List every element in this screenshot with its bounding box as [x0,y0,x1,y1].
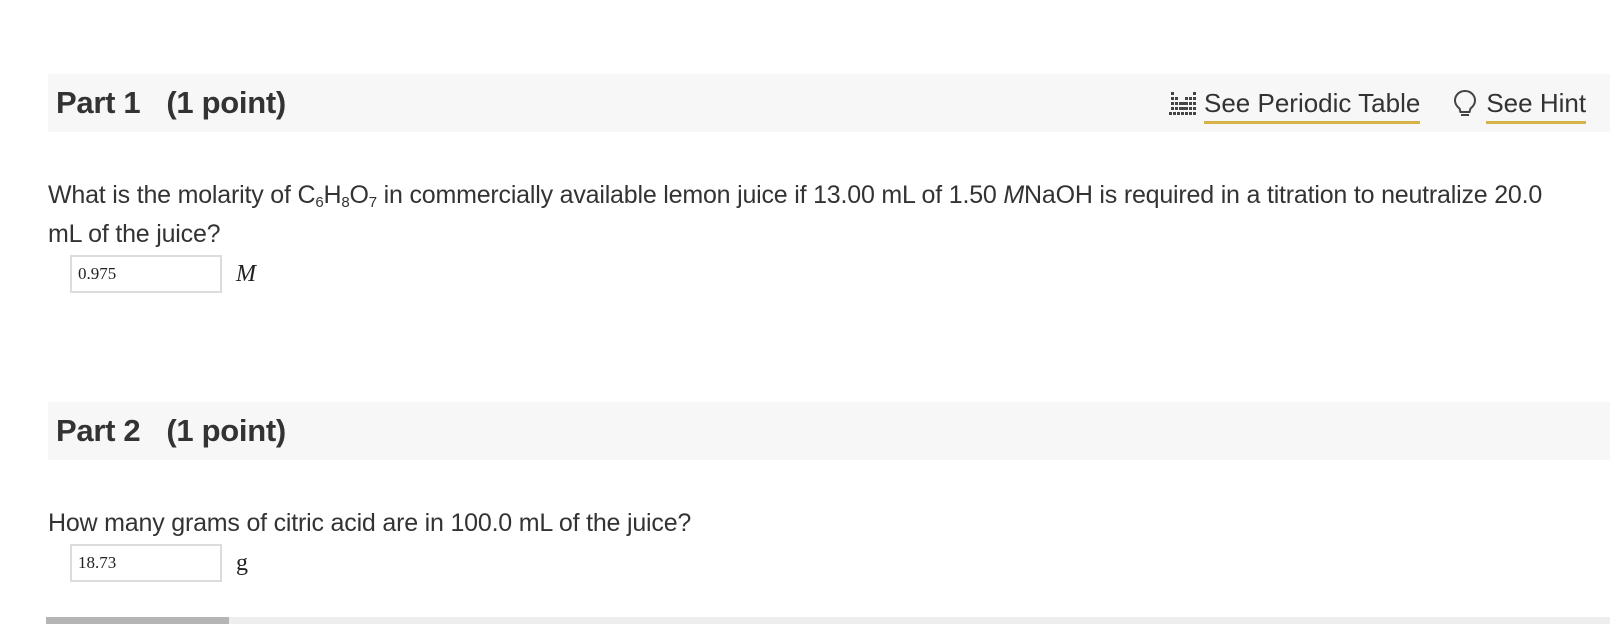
see-hint-label: See Hint [1486,88,1587,124]
see-periodic-table-link[interactable]: See Periodic Table [1168,82,1421,124]
see-periodic-table-label: See Periodic Table [1204,88,1421,124]
part-1-question: What is the molarity of C6H8O7 in commer… [48,176,1568,254]
part-1-header: Part 1 (1 point) See Periodic Table See … [48,74,1610,132]
part-1-answer-row: M [70,255,256,293]
page: Part 1 (1 point) See Periodic Table See … [0,0,1610,644]
part-1-answer-unit: M [236,260,256,287]
part-2-label: Part 2 [56,413,141,448]
part-2-answer-unit: g [236,549,248,576]
question-text-middle: in commercially available lemon juice if… [376,181,1004,209]
part-1-answer-input[interactable] [70,255,222,293]
part-2-question: How many grams of citric acid are in 100… [48,509,692,537]
molarity-symbol: M [1003,181,1025,209]
part-1-title: Part 1 (1 point) [56,85,286,121]
part-1-tools: See Periodic Table See Hint [1168,74,1587,132]
oxygen-symbol: O [349,181,369,209]
horizontal-scrollbar[interactable] [46,617,1610,624]
part-2-answer-row: g [70,544,248,582]
see-hint-link[interactable]: See Hint [1450,82,1587,124]
periodic-table-icon [1169,92,1196,115]
part-2-header: Part 2 (1 point) [48,402,1610,460]
horizontal-scrollbar-thumb[interactable] [46,617,229,624]
part-2-answer-input[interactable] [70,544,222,582]
question-text-prefix: What is the molarity of C [48,181,316,209]
part-1-label: Part 1 [56,85,141,120]
part-2-title: Part 2 (1 point) [56,413,286,449]
part-1-points: (1 point) [166,85,286,120]
hydrogen-symbol: H [323,181,342,209]
lightbulb-icon [1454,89,1477,116]
part-2-points: (1 point) [166,413,286,448]
subscript-oxygen: 7 [368,194,377,211]
